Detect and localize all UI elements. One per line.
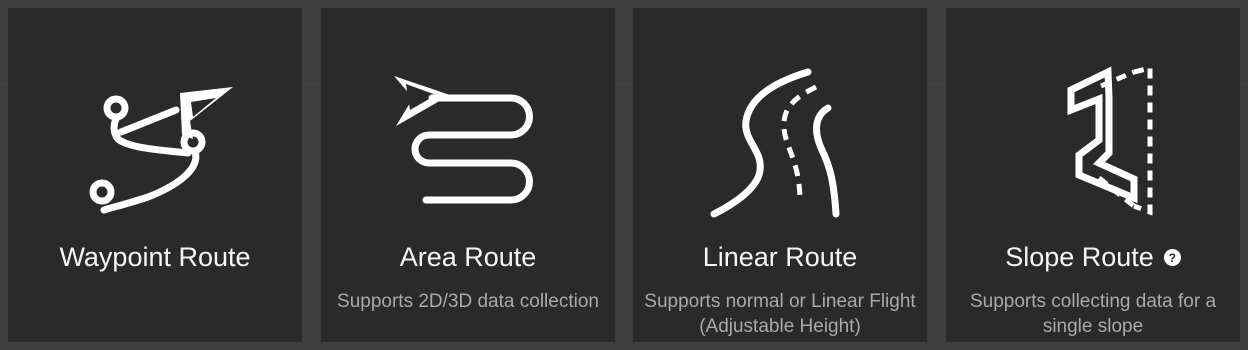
linear-route-card[interactable]: Linear Route Supports normal or Linear F… <box>633 8 927 342</box>
card-title: Slope Route <box>1005 242 1154 272</box>
slope-route-icon <box>1013 66 1173 218</box>
title-row: Waypoint Route <box>8 241 302 273</box>
card-description: Supports collecting data for a single sl… <box>969 291 1217 337</box>
title-row: Area Route <box>321 241 615 273</box>
waypoint-route-card[interactable]: Waypoint Route <box>8 8 302 342</box>
waypoint-route-icon <box>75 66 235 218</box>
route-type-cards: Waypoint Route Area Route Supports 2D/3D… <box>8 8 1240 342</box>
card-description: Supports normal or Linear Flight (Adjust… <box>644 291 916 337</box>
card-title: Waypoint Route <box>59 242 251 272</box>
area-route-icon <box>388 66 548 218</box>
area-route-card[interactable]: Area Route Supports 2D/3D data collectio… <box>321 8 615 342</box>
card-description: Supports 2D/3D data collection <box>337 291 599 312</box>
card-title: Linear Route <box>702 242 858 272</box>
help-icon[interactable]: ? <box>1163 249 1181 266</box>
linear-route-icon <box>700 66 860 218</box>
card-title: Area Route <box>399 242 537 272</box>
slope-route-card[interactable]: Slope Route ? Supports collecting data f… <box>946 8 1240 342</box>
title-row: Slope Route ? <box>946 241 1240 273</box>
title-row: Linear Route <box>633 241 927 273</box>
